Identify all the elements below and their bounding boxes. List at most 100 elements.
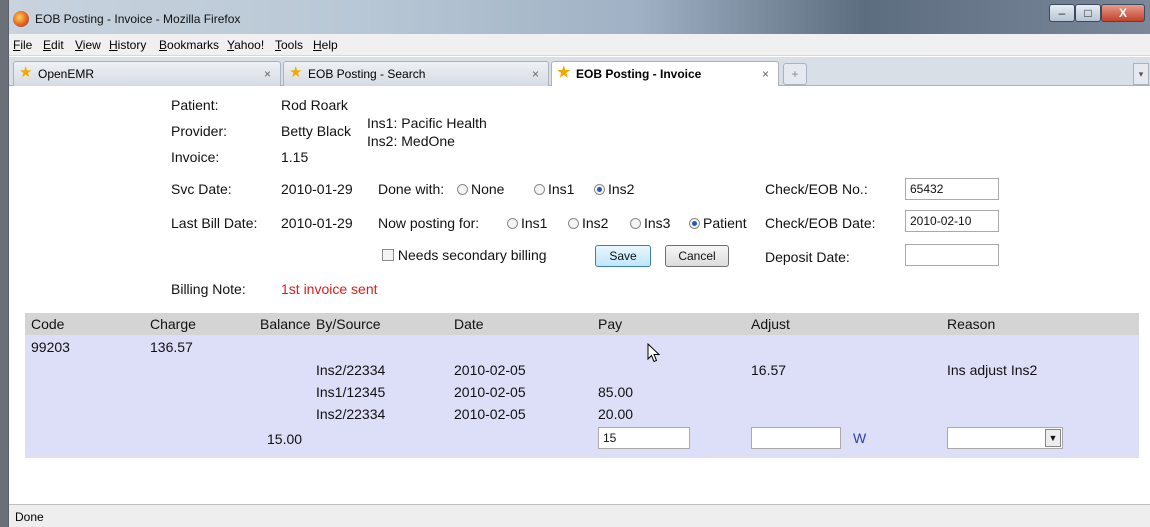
menu-yahoo[interactable]: Yahoo!	[227, 38, 264, 52]
deposit-date-input[interactable]	[905, 244, 999, 266]
check-date-label: Check/EOB Date:	[765, 215, 876, 231]
tab-bar: ★ OpenEMR × ★ EOB Posting - Search × ★ E…	[9, 57, 1150, 87]
minimize-button[interactable]: –	[1049, 4, 1075, 22]
tab-label: EOB Posting - Search	[308, 67, 426, 81]
menu-bar: File Edit View History Bookmarks Yahoo! …	[9, 34, 1150, 56]
menu-file[interactable]: File	[13, 38, 32, 52]
check-no-label: Check/EOB No.:	[765, 181, 868, 197]
ins2-text: Ins2: MedOne	[367, 133, 455, 149]
posting-patient-radio[interactable]: Patient	[689, 215, 747, 231]
done-with-ins1-radio[interactable]: Ins1	[534, 181, 574, 197]
source-cell: Ins2/22334	[316, 362, 386, 378]
col-date: Date	[454, 316, 484, 332]
col-code: Code	[31, 316, 65, 332]
reason-select[interactable]: ▼	[947, 427, 1063, 449]
date-cell: 2010-02-05	[454, 406, 526, 422]
col-source: By/Source	[316, 316, 381, 332]
done-with-ins2-radio[interactable]: Ins2	[594, 181, 634, 197]
patient-name: Rod Roark	[281, 97, 348, 113]
done-with-none-radio[interactable]: None	[457, 181, 504, 197]
maximize-button[interactable]: □	[1075, 4, 1101, 22]
radio-selected-icon	[689, 218, 700, 229]
billing-note-label: Billing Note:	[171, 281, 246, 297]
check-date-input[interactable]: 2010-02-10	[905, 210, 999, 232]
pay-input[interactable]: 15	[598, 427, 690, 449]
table-header: Code Charge Balance By/Source Date Pay A…	[25, 313, 1139, 335]
secondary-billing-checkbox[interactable]: Needs secondary billing	[382, 247, 547, 263]
tab-close-icon[interactable]: ×	[264, 67, 271, 81]
save-button[interactable]: Save	[595, 245, 651, 267]
posting-ins1-radio[interactable]: Ins1	[507, 215, 547, 231]
radio-icon	[568, 218, 579, 229]
posting-for-label: Now posting for:	[378, 215, 480, 231]
adjust-input[interactable]	[751, 427, 841, 449]
menu-help[interactable]: Help	[313, 38, 338, 52]
last-bill-date: 2010-01-29	[281, 215, 353, 231]
status-bar: Done	[9, 504, 1150, 527]
billing-note: 1st invoice sent	[281, 281, 378, 297]
tab-close-icon[interactable]: ×	[762, 67, 769, 81]
col-reason: Reason	[947, 316, 996, 332]
chevron-down-icon: ▼	[1045, 429, 1061, 447]
radio-icon	[534, 184, 545, 195]
tab-label: OpenEMR	[38, 67, 95, 81]
svc-date: 2010-01-29	[281, 181, 353, 197]
menu-edit[interactable]: Edit	[43, 38, 64, 52]
bookmark-star-icon: ★	[289, 64, 303, 81]
provider-label: Provider:	[171, 123, 228, 139]
col-pay: Pay	[598, 316, 623, 332]
page-content: Patient: Rod Roark Provider: Betty Black…	[9, 86, 1150, 504]
invoice-label: Invoice:	[171, 149, 220, 165]
new-tab-button[interactable]: +	[783, 63, 807, 85]
balance-cell: 15.00	[267, 431, 303, 447]
reason-cell: Ins adjust Ins2	[947, 362, 1038, 378]
radio-icon	[630, 218, 641, 229]
patient-label: Patient:	[171, 97, 219, 113]
radio-icon	[457, 184, 468, 195]
date-cell: 2010-02-05	[454, 384, 526, 400]
posting-ins3-radio[interactable]: Ins3	[630, 215, 670, 231]
bookmark-star-icon: ★	[557, 64, 571, 81]
posting-ins2-radio[interactable]: Ins2	[568, 215, 608, 231]
pay-cell: 20.00	[598, 406, 634, 422]
close-window-button[interactable]: X	[1101, 4, 1145, 22]
cancel-button[interactable]: Cancel	[665, 245, 729, 267]
table-body: 99203 136.57 Ins2/22334 2010-02-05 16.57…	[25, 335, 1139, 458]
check-no-input[interactable]: 65432	[905, 178, 999, 200]
adjust-cell: 16.57	[751, 362, 787, 378]
done-with-label: Done with:	[378, 181, 445, 197]
radio-selected-icon	[594, 184, 605, 195]
pay-cell: 85.00	[598, 384, 634, 400]
tab-eob-invoice[interactable]: ★ EOB Posting - Invoice ×	[551, 61, 779, 87]
bookmark-star-icon: ★	[19, 64, 33, 81]
svc-date-label: Svc Date:	[171, 181, 232, 197]
radio-icon	[507, 218, 518, 229]
col-adjust: Adjust	[751, 316, 790, 332]
firefox-logo-icon	[13, 11, 29, 27]
invoice-number: 1.15	[281, 149, 309, 165]
menu-bookmarks[interactable]: Bookmarks	[159, 38, 219, 52]
source-cell: Ins2/22334	[316, 406, 386, 422]
charge-cell: 136.57	[150, 339, 193, 355]
menu-tools[interactable]: Tools	[275, 38, 303, 52]
menu-view[interactable]: View	[75, 38, 101, 52]
menu-history[interactable]: History	[109, 38, 146, 52]
browser-window: EOB Posting - Invoice - Mozilla Firefox …	[8, 0, 1150, 527]
tab-eob-search[interactable]: ★ EOB Posting - Search ×	[283, 61, 549, 86]
status-text: Done	[15, 510, 44, 524]
tab-label: EOB Posting - Invoice	[576, 67, 702, 81]
code-cell: 99203	[31, 339, 70, 355]
date-cell: 2010-02-05	[454, 362, 526, 378]
writeoff-w-label[interactable]: W	[853, 430, 866, 446]
provider-name: Betty Black	[281, 123, 352, 139]
deposit-date-label: Deposit Date:	[765, 249, 850, 265]
tab-list-chevron-icon[interactable]: ▾	[1133, 63, 1149, 85]
tab-close-icon[interactable]: ×	[532, 67, 539, 81]
window-title: EOB Posting - Invoice - Mozilla Firefox	[35, 12, 241, 26]
tab-openemr[interactable]: ★ OpenEMR ×	[13, 61, 281, 86]
title-bar: EOB Posting - Invoice - Mozilla Firefox …	[9, 0, 1150, 34]
source-cell: Ins1/12345	[316, 384, 386, 400]
mouse-pointer-icon	[647, 343, 661, 363]
col-balance: Balance	[260, 316, 311, 332]
col-charge: Charge	[150, 316, 196, 332]
